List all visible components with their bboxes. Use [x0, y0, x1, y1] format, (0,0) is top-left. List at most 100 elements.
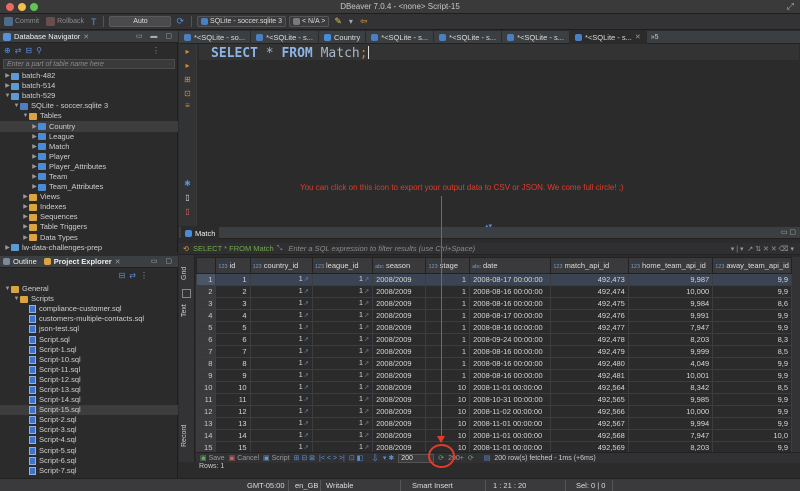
- row-number[interactable]: 1: [196, 273, 217, 286]
- cell-stage[interactable]: 10: [425, 405, 471, 418]
- foreign-key-link-icon[interactable]: ↗: [304, 385, 309, 391]
- cell-home-team-api-id[interactable]: 10,001: [627, 369, 714, 382]
- cell-away-team-api-id[interactable]: 9,9: [712, 309, 792, 322]
- nav-item-country[interactable]: ▶ Country: [0, 121, 178, 132]
- expand-arrow-icon[interactable]: ▶: [22, 192, 29, 202]
- cell-country-id[interactable]: 1↗: [249, 405, 313, 418]
- table-row[interactable]: 3 3 1↗ 1↗ 2008/2009 1 2008-08-16 00:00:00 492,4…: [196, 297, 792, 310]
- tab-editor-4[interactable]: *<SQLite - s...: [366, 30, 435, 44]
- settings-gear-icon[interactable]: ✱: [183, 179, 192, 188]
- link-editor-icon[interactable]: ⇄: [129, 271, 136, 280]
- project-item-script-15-sql[interactable]: Script-15.sql: [0, 405, 178, 416]
- column-header-match-api-id[interactable]: 123 match_api_id: [550, 257, 629, 274]
- foreign-key-link-icon[interactable]: ↗: [364, 301, 369, 307]
- tab-editor-3[interactable]: Country: [319, 30, 367, 44]
- cell-league-id[interactable]: 1↗: [311, 381, 374, 394]
- foreign-key-link-icon[interactable]: ↗: [364, 421, 369, 427]
- cell-country-id[interactable]: 1↗: [249, 297, 313, 310]
- cell-away-team-api-id[interactable]: 9,9: [712, 357, 792, 370]
- cell-id[interactable]: 14: [215, 429, 251, 442]
- tab-overflow-button[interactable]: »5: [647, 34, 659, 41]
- project-item-script-3-sql[interactable]: Script-3.sql: [0, 425, 178, 435]
- cell-match-api-id[interactable]: 492,564: [550, 381, 629, 394]
- tab-editor-1[interactable]: *<SQLite - so...: [179, 30, 252, 44]
- table-row[interactable]: 7 7 1↗ 1↗ 2008/2009 1 2008-08-16 00:00:00 492,4…: [196, 345, 792, 358]
- column-header-season[interactable]: abc season: [372, 257, 427, 274]
- cell-match-api-id[interactable]: 492,474: [550, 285, 629, 298]
- expand-arrow-icon[interactable]: ▶: [31, 132, 38, 142]
- link-icon[interactable]: ⇄: [15, 46, 22, 55]
- column-header-country-id[interactable]: 123 country_id: [249, 257, 313, 274]
- row-number[interactable]: 12: [196, 405, 217, 418]
- cell-stage[interactable]: 10: [425, 393, 471, 406]
- cell-stage[interactable]: 1: [425, 273, 471, 286]
- foreign-key-link-icon[interactable]: ↗: [304, 289, 309, 295]
- foreign-key-link-icon[interactable]: ↗: [364, 409, 369, 415]
- project-item-json-test-sql[interactable]: json-test.sql: [0, 324, 178, 334]
- row-number[interactable]: 8: [196, 357, 217, 370]
- foreign-key-link-icon[interactable]: ↗: [364, 385, 369, 391]
- panel-toggle-icons[interactable]: ⊡ ◧: [349, 454, 363, 462]
- cell-league-id[interactable]: 1↗: [311, 297, 374, 310]
- tab-match-results[interactable]: Match: [181, 227, 220, 239]
- cell-season[interactable]: 2008/2009: [372, 321, 427, 334]
- row-number[interactable]: 6: [196, 333, 217, 346]
- cell-date[interactable]: 2008-11-01 00:00:00: [469, 381, 552, 394]
- foreign-key-link-icon[interactable]: ↗: [304, 337, 309, 343]
- datasource-selector[interactable]: SQLite - soccer.sqlite 3: [197, 16, 287, 27]
- cell-home-team-api-id[interactable]: 9,991: [627, 309, 714, 322]
- cell-league-id[interactable]: 1↗: [311, 345, 374, 358]
- close-tab-icon[interactable]: ✕: [635, 33, 641, 41]
- cell-match-api-id[interactable]: 492,481: [550, 369, 629, 382]
- expand-arrow-icon[interactable]: ▶: [31, 152, 38, 162]
- foreign-key-link-icon[interactable]: ↗: [304, 445, 309, 451]
- cell-league-id[interactable]: 1↗: [311, 285, 374, 298]
- row-number[interactable]: 3: [196, 297, 217, 310]
- nav-item-table-triggers[interactable]: ▶ Table Triggers: [0, 222, 178, 232]
- nav-item-indexes[interactable]: ▶ Indexes: [0, 202, 178, 212]
- cell-country-id[interactable]: 1↗: [249, 369, 313, 382]
- panel-window-controls[interactable]: ▭ ▢: [781, 228, 796, 236]
- cell-league-id[interactable]: 1↗: [311, 405, 374, 418]
- column-header-stage[interactable]: 123 stage: [425, 257, 471, 274]
- expand-arrow-icon[interactable]: ▶: [31, 142, 38, 152]
- expand-arrow-icon[interactable]: ▶: [22, 202, 29, 212]
- cell-match-api-id[interactable]: 492,565: [550, 393, 629, 406]
- table-row[interactable]: 9 9 1↗ 1↗ 2008/2009 1 2008-08-16 00:00:00 492,4…: [196, 369, 792, 382]
- cell-stage[interactable]: 1: [425, 297, 471, 310]
- foreign-key-link-icon[interactable]: ↗: [364, 313, 369, 319]
- project-item-script-13-sql[interactable]: Script-13.sql: [0, 385, 178, 395]
- table-row[interactable]: 1 1 1↗ 1↗ 2008/2009 1 2008-08-17 00:00:00 492,4…: [196, 273, 792, 286]
- cell-id[interactable]: 6: [215, 333, 251, 346]
- cell-away-team-api-id[interactable]: 10,0: [712, 429, 792, 442]
- cell-country-id[interactable]: 1↗: [249, 417, 313, 430]
- table-row[interactable]: 13 13 1↗ 1↗ 2008/2009 10 2008-11-01 00:00:00 49…: [196, 417, 792, 430]
- cell-season[interactable]: 2008/2009: [372, 369, 427, 382]
- new-connection-icon[interactable]: ⊕: [4, 46, 11, 55]
- cell-season[interactable]: 2008/2009: [372, 393, 427, 406]
- cell-stage[interactable]: 10: [425, 429, 471, 442]
- cell-country-id[interactable]: 1↗: [249, 333, 313, 346]
- table-row[interactable]: 10 10 1↗ 1↗ 2008/2009 10 2008-11-01 00:00:00 49…: [196, 381, 792, 394]
- settings-icon[interactable]: ⋮: [152, 46, 160, 55]
- collapse-icon[interactable]: ⊟: [25, 46, 32, 55]
- cell-stage[interactable]: 1: [425, 321, 471, 334]
- nav-item-sequences[interactable]: ▶ Sequences: [0, 212, 178, 222]
- cell-season[interactable]: 2008/2009: [372, 417, 427, 430]
- foreign-key-link-icon[interactable]: ↗: [304, 313, 309, 319]
- nav-item-batch-482[interactable]: ▶ batch-482: [0, 71, 178, 81]
- results-grid[interactable]: 123 id 123 country_id 123 league_id abc season 1…: [196, 257, 792, 453]
- cell-league-id[interactable]: 1↗: [311, 321, 374, 334]
- cell-date[interactable]: 2008-08-16 00:00:00: [469, 369, 552, 382]
- project-item-scripts[interactable]: ▼ Scripts: [0, 294, 178, 304]
- column-header-date[interactable]: abc date: [469, 257, 552, 274]
- cell-home-team-api-id[interactable]: 4,049: [627, 357, 714, 370]
- cell-away-team-api-id[interactable]: 9,9: [712, 273, 792, 286]
- cell-date[interactable]: 2008-08-16 00:00:00: [469, 345, 552, 358]
- transaction-mode-select[interactable]: Auto: [109, 16, 172, 27]
- tab-outline[interactable]: Outline: [13, 257, 37, 266]
- tab-editor-2[interactable]: *<SQLite - s...: [251, 30, 319, 44]
- cell-date[interactable]: 2008-08-16 00:00:00: [469, 297, 552, 310]
- cell-id[interactable]: 5: [215, 321, 251, 334]
- foreign-key-link-icon[interactable]: ↗: [364, 289, 369, 295]
